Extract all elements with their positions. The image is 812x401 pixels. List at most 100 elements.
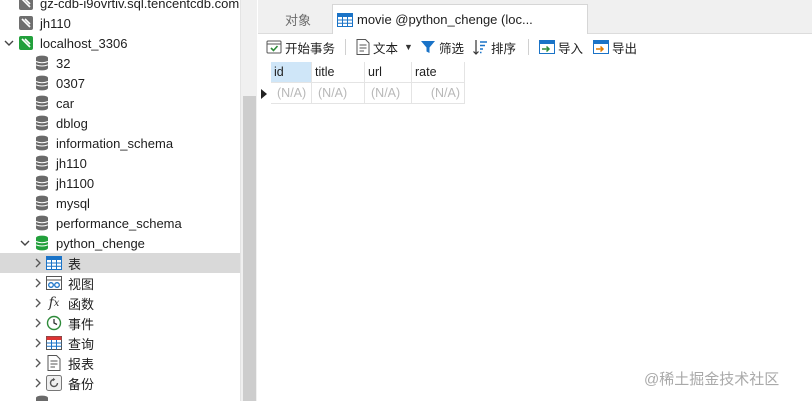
chevron-right-icon[interactable] (30, 273, 46, 293)
database-open-icon (34, 235, 50, 251)
tree-item-functions[interactable]: fx 函数 (0, 293, 240, 313)
backup-icon (46, 375, 62, 391)
event-clock-icon (46, 315, 62, 331)
import-button[interactable]: 导入 (535, 35, 587, 59)
tree-item-backups[interactable]: 备份 (0, 373, 240, 393)
tree-item-label: 函数 (68, 296, 95, 312)
column-header-url[interactable]: url (365, 62, 412, 83)
begin-transaction-label: 开始事务 (285, 41, 336, 56)
chevron-right-icon[interactable] (30, 313, 46, 333)
chevron-right-icon[interactable] (30, 293, 46, 313)
table-cell[interactable]: (N/A) (412, 83, 465, 104)
import-label: 导入 (558, 41, 584, 56)
chevron-right-icon[interactable] (30, 333, 46, 353)
filter-label: 筛选 (439, 41, 465, 56)
watermark: @稀土掘金技术社区 (644, 371, 780, 388)
tree-item-database[interactable]: jh110 (0, 153, 240, 173)
query-icon (46, 335, 62, 351)
tab-movie-table[interactable]: movie @python_chenge (loc... (332, 4, 588, 34)
tree-item-database[interactable]: car (0, 93, 240, 113)
tree-item-events[interactable]: 事件 (0, 313, 240, 333)
tree-item-database[interactable]: jh1100 (0, 173, 240, 193)
tree-item-label: 查询 (68, 336, 95, 352)
tree-item-label: 表 (68, 256, 82, 272)
toolbar: 开始事务 文本 ▼ 筛选 排序 导入 导出 (258, 34, 812, 60)
scrollbar-thumb[interactable] (243, 96, 256, 401)
database-icon (34, 55, 50, 71)
tree-item-label: jh110 (56, 155, 87, 171)
caret-down-icon[interactable]: ▼ (404, 42, 413, 52)
table-icon (337, 12, 353, 27)
tab-bar: 对象 movie @python_chenge (loc... (258, 0, 812, 34)
database-icon (34, 115, 50, 131)
database-icon (34, 195, 50, 211)
begin-transaction-button[interactable]: 开始事务 (262, 35, 339, 59)
text-button[interactable]: 文本 ▼ (352, 35, 417, 59)
tree-item-queries[interactable]: 查询 (0, 333, 240, 353)
table-icon (46, 255, 62, 271)
chevron-right-icon[interactable] (30, 253, 46, 273)
tree-item-database[interactable] (0, 393, 240, 401)
tree-item-tables[interactable]: 表 (0, 253, 240, 273)
tree-item-label: 32 (56, 55, 71, 71)
chevron-right-icon[interactable] (30, 353, 46, 373)
tree-item-label: jh1100 (56, 175, 95, 191)
filter-button[interactable]: 筛选 (416, 35, 468, 59)
report-icon (46, 355, 62, 371)
database-icon (34, 135, 50, 151)
table-cell[interactable]: (N/A) (365, 83, 412, 104)
tree-item-database[interactable]: 0307 (0, 73, 240, 93)
text-document-icon (356, 39, 370, 55)
database-icon (34, 155, 50, 171)
tree-item-database-python-chenge[interactable]: python_chenge (0, 233, 240, 253)
table-cell[interactable]: (N/A) (312, 83, 365, 104)
view-icon (46, 275, 62, 291)
text-label: 文本 (373, 41, 399, 56)
export-label: 导出 (612, 41, 638, 56)
tree-item-reports[interactable]: 报表 (0, 353, 240, 373)
transaction-icon (266, 39, 282, 55)
tree-item-connection[interactable]: jh110 (0, 13, 240, 33)
chevron-down-icon[interactable] (16, 233, 34, 253)
tree-item-database[interactable]: mysql (0, 193, 240, 213)
tab-label: movie @python_chenge (loc... (357, 12, 533, 27)
database-icon (34, 75, 50, 91)
content-area: 对象 movie @python_chenge (loc... 开始事务 文本 … (258, 0, 812, 401)
tree-item-database[interactable]: 32 (0, 53, 240, 73)
database-icon (34, 395, 50, 401)
export-icon (593, 39, 609, 55)
column-header-title[interactable]: title (312, 62, 365, 83)
export-button[interactable]: 导出 (589, 35, 641, 59)
tree-item-label: car (56, 95, 75, 111)
tree-item-connection[interactable]: gz-cdb-i9ovrtiv.sql.tencentcdb.com (0, 0, 240, 13)
tab-objects[interactable]: 对象 (266, 4, 330, 34)
tree-scrollbar[interactable] (240, 0, 257, 401)
server-connected-icon (18, 35, 34, 51)
tree-item-label: 备份 (68, 376, 95, 392)
data-grid[interactable]: id title url rate (N/A) (N/A) (N/A) (N/A… (258, 60, 812, 401)
tree-item-label: 报表 (68, 356, 95, 372)
tree-item-label: 视图 (68, 276, 95, 292)
database-icon (34, 175, 50, 191)
tree-item-views[interactable]: 视图 (0, 273, 240, 293)
tree-item-database[interactable]: dblog (0, 113, 240, 133)
tree-item-label: performance_schema (56, 215, 182, 231)
tree-item-connection-localhost[interactable]: localhost_3306 (0, 33, 240, 53)
tree-item-label: dblog (56, 115, 88, 131)
table-cell[interactable]: (N/A) (271, 83, 312, 104)
column-header-id[interactable]: id (271, 62, 312, 83)
chevron-down-icon[interactable] (0, 33, 18, 53)
tree-item-label: python_chenge (56, 235, 145, 251)
function-icon: fx (48, 295, 60, 311)
sort-label: 排序 (491, 41, 517, 56)
sort-button[interactable]: 排序 (468, 35, 520, 59)
column-header-rate[interactable]: rate (412, 62, 465, 83)
tree-item-database[interactable]: information_schema (0, 133, 240, 153)
import-icon (539, 39, 555, 55)
chevron-right-icon[interactable] (30, 373, 46, 393)
tree-item-database[interactable]: performance_schema (0, 213, 240, 233)
filter-icon (420, 39, 436, 55)
tab-label: 对象 (284, 12, 311, 28)
sort-icon (472, 39, 488, 55)
tree-item-label: localhost_3306 (40, 35, 128, 51)
